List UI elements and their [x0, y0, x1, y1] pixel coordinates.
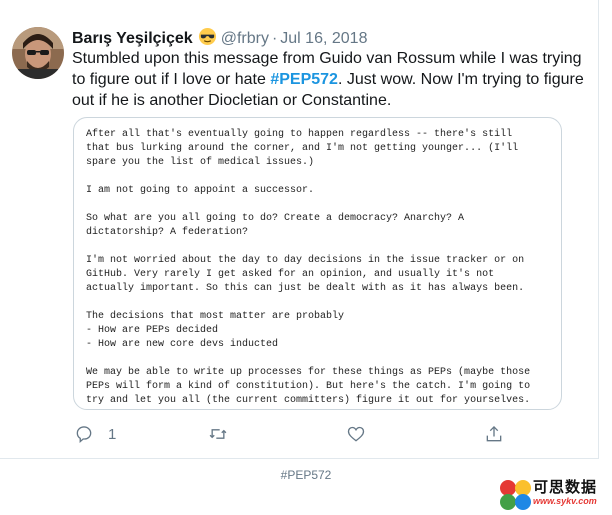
- watermark-icon: [500, 480, 531, 510]
- reply-count: 1: [108, 425, 117, 443]
- email-text: After all that's eventually going to hap…: [86, 129, 531, 406]
- meta-separator: ·: [271, 30, 278, 47]
- tweet-media-image[interactable]: After all that's eventually going to hap…: [73, 117, 562, 410]
- author-handle[interactable]: @frbry: [221, 30, 269, 47]
- retweet-button[interactable]: [208, 423, 228, 445]
- like-button[interactable]: [346, 423, 366, 445]
- watermark-logo: 可思数据 www.sykv.com: [497, 474, 612, 515]
- share-button[interactable]: [484, 423, 504, 445]
- retweet-icon: [209, 429, 227, 439]
- avatar-image: [12, 27, 64, 79]
- tweet-actions: 1: [72, 423, 512, 445]
- tweet-date[interactable]: Jul 16, 2018: [280, 30, 367, 47]
- reply-button[interactable]: 1: [74, 423, 116, 445]
- share-icon: [486, 425, 502, 442]
- avatar[interactable]: [12, 27, 64, 79]
- author-name[interactable]: Barış Yeşilçiçek: [72, 30, 193, 47]
- tweet-card[interactable]: Barış Yeşilçiçek @frbry · Jul 16, 2018 Stum…: [0, 0, 599, 459]
- watermark-url: www.sykv.com: [533, 496, 597, 506]
- hashtag-link[interactable]: #PEP572: [270, 71, 338, 88]
- heart-icon: [347, 426, 365, 442]
- tweet-text: Stumbled upon this message from Guido va…: [72, 48, 597, 111]
- watermark-text: 可思数据: [533, 479, 598, 496]
- reply-icon: [76, 426, 92, 443]
